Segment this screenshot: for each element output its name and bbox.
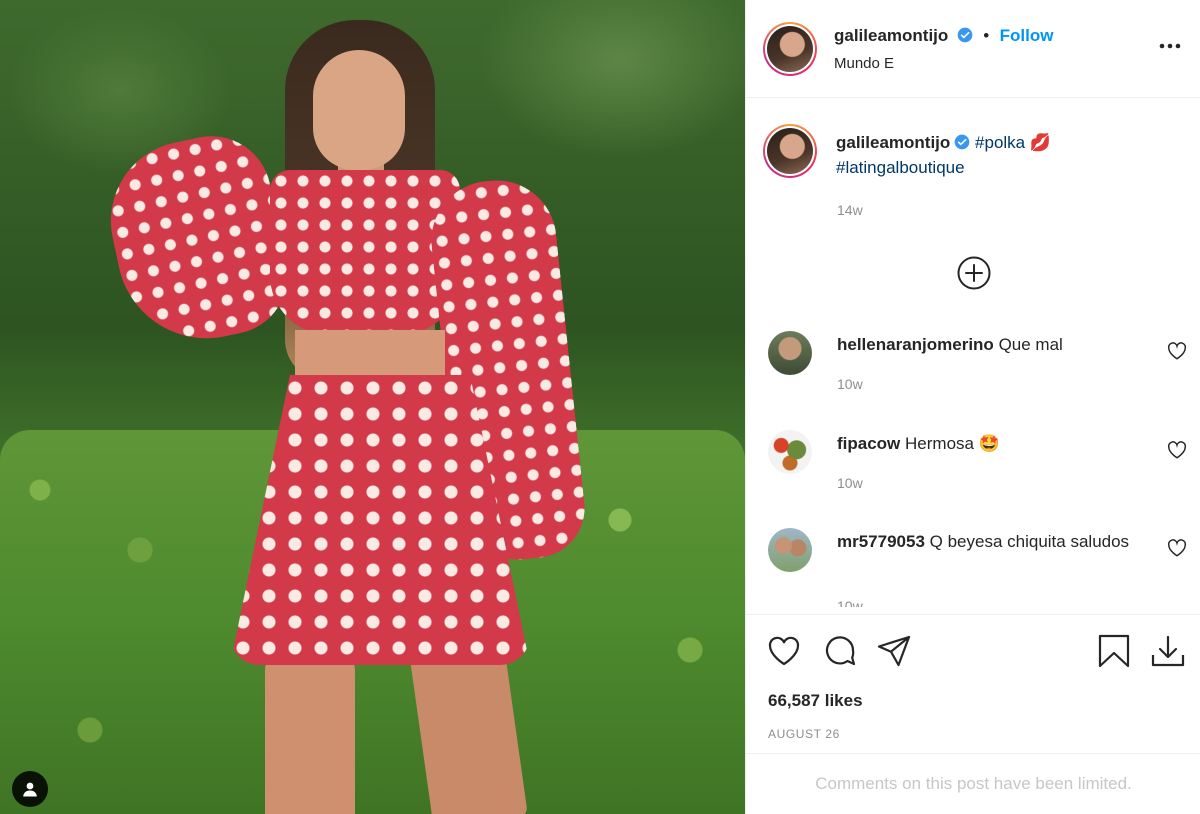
share-icon[interactable]: [876, 633, 912, 669]
follow-button[interactable]: Follow: [1000, 26, 1054, 45]
photo-left-sleeve: [96, 125, 299, 355]
more-options-button[interactable]: [1157, 34, 1183, 58]
comment-text: Hermosa 🤩: [905, 434, 1000, 453]
comment-username[interactable]: mr5779053: [837, 532, 925, 551]
bookmark-icon[interactable]: [1096, 633, 1132, 669]
post-photo[interactable]: [0, 0, 745, 814]
comment-avatar[interactable]: [768, 528, 812, 572]
caption-avatar-image: [767, 128, 813, 174]
post-header: galileamontijo • Follow Mundo E: [746, 0, 1200, 98]
comment-avatar[interactable]: [768, 331, 812, 375]
author-username[interactable]: galileamontijo: [834, 26, 948, 45]
verified-badge-icon: [957, 27, 973, 43]
user-tag-button[interactable]: [12, 771, 48, 807]
comment-text: Que mal: [998, 335, 1063, 354]
comment-text: Q beyesa chiquita saludos: [929, 532, 1130, 551]
author-avatar-image: [767, 26, 813, 72]
comment-username[interactable]: hellenaranjomerino: [837, 335, 994, 354]
caption-username[interactable]: galileamontijo: [836, 133, 950, 152]
comment-time[interactable]: 10w: [837, 475, 863, 491]
comments-limited-notice: Comments on this post have been limited.: [746, 753, 1200, 814]
photo-subject: [96, 10, 590, 814]
user-tag-icon: [23, 782, 37, 797]
header-separator: •: [983, 26, 990, 45]
comment-avatar[interactable]: [768, 430, 812, 474]
comment-body: mr5779053 Q beyesa chiquita saludos: [837, 529, 1157, 554]
caption-avatar[interactable]: [763, 124, 817, 178]
likes-count[interactable]: 66,587 likes: [768, 691, 863, 711]
comment-time[interactable]: 10w: [837, 376, 863, 392]
heart-icon[interactable]: [1167, 342, 1187, 360]
comments-list[interactable]: galileamontijo #polka 💋 #latingalboutiqu…: [746, 99, 1200, 607]
load-more-comments-button[interactable]: [957, 256, 991, 290]
caption-time[interactable]: 14w: [837, 202, 863, 218]
plus-circle-icon: [957, 256, 991, 290]
hashtag-link[interactable]: #latingalboutique: [836, 158, 965, 177]
photo-left-leg: [265, 650, 355, 814]
more-options-icon: [1159, 43, 1181, 49]
post-side-panel: galileamontijo • Follow Mundo E galileam…: [745, 0, 1200, 814]
lips-emoji: 💋: [1029, 133, 1052, 152]
comment-username[interactable]: fipacow: [837, 434, 900, 453]
verified-badge-icon: [954, 134, 970, 150]
comment-icon[interactable]: [822, 633, 858, 669]
comment-body: hellenaranjomerino Que mal: [837, 332, 1157, 357]
heart-icon[interactable]: [766, 633, 802, 669]
post-date[interactable]: AUGUST 26: [768, 727, 840, 741]
hashtag-link[interactable]: #polka: [975, 133, 1025, 152]
author-avatar[interactable]: [763, 22, 817, 76]
heart-icon[interactable]: [1167, 441, 1187, 459]
photo-face: [313, 50, 405, 170]
post-location[interactable]: Mundo E: [834, 55, 894, 72]
header-title-row: galileamontijo • Follow: [834, 26, 1053, 46]
caption-text: galileamontijo #polka 💋 #latingalboutiqu…: [836, 130, 1166, 180]
heart-icon[interactable]: [1167, 539, 1187, 557]
comment-time[interactable]: 10w: [837, 598, 863, 607]
comment-body: fipacow Hermosa 🤩: [837, 431, 1157, 456]
post-actions: 66,587 likes AUGUST 26: [746, 614, 1200, 752]
download-icon[interactable]: [1150, 633, 1186, 669]
